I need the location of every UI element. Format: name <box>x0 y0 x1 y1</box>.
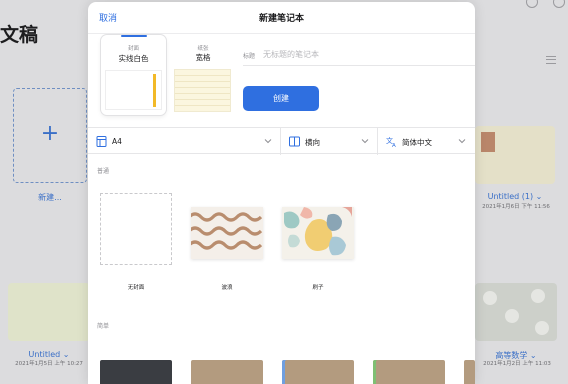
chevron-down-icon <box>458 139 466 144</box>
create-button[interactable]: 创建 <box>243 86 319 111</box>
orientation-dropdown[interactable]: 横向 <box>281 128 377 155</box>
section-title-standard: 普通 <box>97 168 110 175</box>
cover-option-label: 无封面 <box>127 285 145 291</box>
language-dropdown[interactable]: 文 A 简体中文 <box>378 128 475 155</box>
page-title: 文稿 <box>0 24 39 46</box>
page-size-dropdown[interactable]: A4 <box>88 128 280 155</box>
document-thumbnail[interactable] <box>475 126 555 184</box>
document-thumbnail[interactable] <box>8 283 90 341</box>
title-label: 标题 <box>243 53 256 60</box>
cover-thumbnail <box>191 207 263 259</box>
sheet-header: 取消 新建笔记本 <box>88 2 475 34</box>
document-name[interactable]: Untitled ⌄ <box>8 350 90 359</box>
cover-selector[interactable]: 封面 实线白色 <box>101 35 166 115</box>
cover-selector-value: 实线白色 <box>118 54 149 63</box>
document-date: 2021年1月2日 上午 11:03 <box>483 361 551 367</box>
plus-icon: + <box>40 121 60 146</box>
cover-preview <box>106 71 161 109</box>
cover-option-label: 刷子 <box>312 285 324 291</box>
options-bar: A4 横向 文 A 简体中文 <box>88 127 475 155</box>
cover-option[interactable] <box>464 360 475 384</box>
new-notebook-sheet: 取消 新建笔记本 封面 实线白色 纸张 宽格 标题 创建 A4 <box>88 2 475 384</box>
paper-preview[interactable] <box>175 70 230 111</box>
document-thumbnail[interactable] <box>475 283 557 341</box>
chevron-down-icon <box>264 139 272 144</box>
list-view-icon[interactable] <box>546 56 556 64</box>
section-title-simple: 简单 <box>97 323 110 330</box>
new-document-label: 新建... <box>38 193 62 202</box>
title-input[interactable] <box>263 47 463 61</box>
language-icon: 文 A <box>386 136 396 147</box>
svg-text:A: A <box>392 143 396 147</box>
document-date: 2021年1月5日 上午 10:27 <box>15 361 83 367</box>
new-document-button[interactable]: + <box>13 88 87 183</box>
cover-thumbnail <box>282 207 354 259</box>
paper-selector-value[interactable]: 宽格 <box>191 52 215 63</box>
cover-option[interactable] <box>373 360 445 384</box>
orientation-value: 横向 <box>305 138 320 147</box>
chevron-down-icon <box>361 139 369 144</box>
cover-option-brush[interactable]: 刷子 <box>282 193 354 291</box>
paper-selector-caption: 纸张 <box>197 46 209 52</box>
sheet-title: 新建笔记本 <box>258 14 304 24</box>
divider <box>243 65 475 66</box>
select-icon[interactable] <box>526 0 538 8</box>
cover-option-label: 波浪 <box>221 285 233 291</box>
cover-selector-caption: 封面 <box>127 46 139 52</box>
document-date: 2021年1月6日 下午 11:56 <box>482 204 550 210</box>
settings-icon[interactable] <box>553 0 565 8</box>
cover-option[interactable] <box>282 360 354 384</box>
document-name[interactable]: Untitled (1) ⌄ <box>475 192 555 201</box>
cover-thumbnail <box>100 193 172 265</box>
cover-option-wave[interactable]: 波浪 <box>191 193 263 291</box>
cover-option-none[interactable]: 无封面 <box>100 193 172 291</box>
page-size-icon <box>96 136 107 147</box>
orientation-icon <box>289 136 300 147</box>
language-value: 简体中文 <box>402 138 432 147</box>
page-size-value: A4 <box>112 137 122 146</box>
selected-indicator <box>121 35 147 37</box>
cover-option[interactable] <box>100 360 172 384</box>
cover-option[interactable] <box>191 360 263 384</box>
